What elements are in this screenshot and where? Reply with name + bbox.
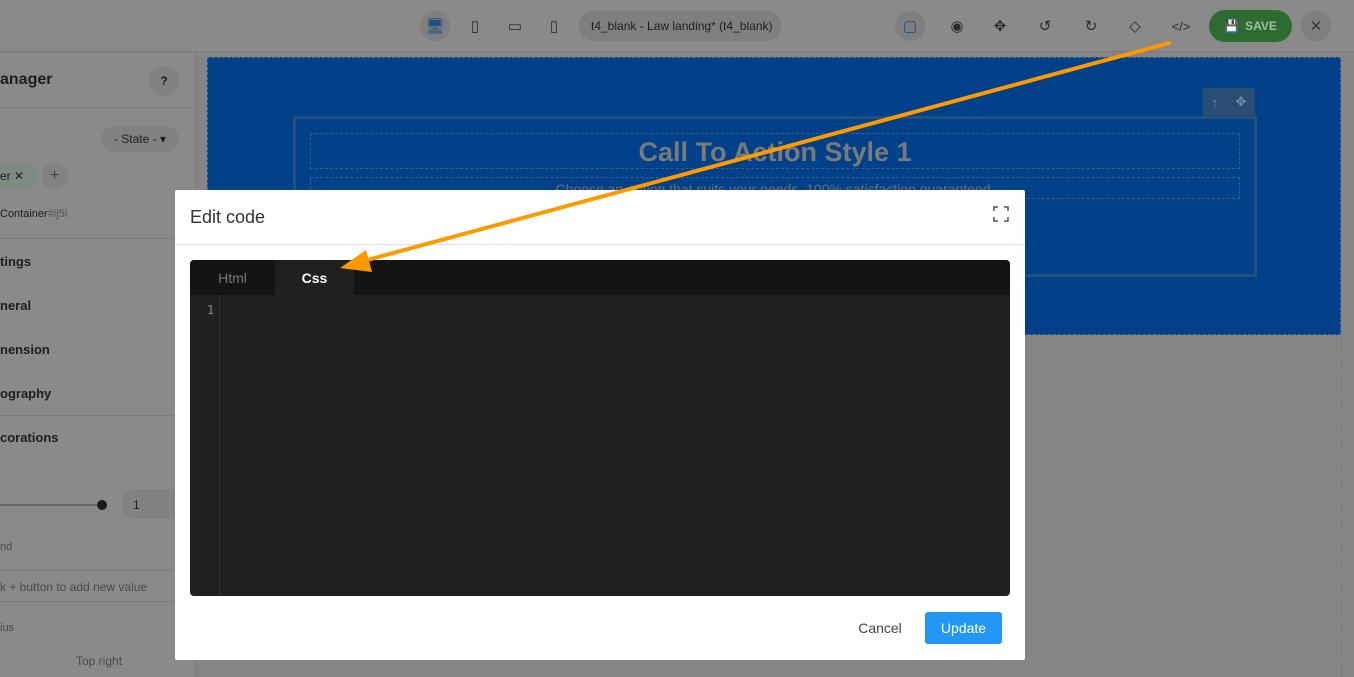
- annotation-arrow: [340, 41, 1171, 272]
